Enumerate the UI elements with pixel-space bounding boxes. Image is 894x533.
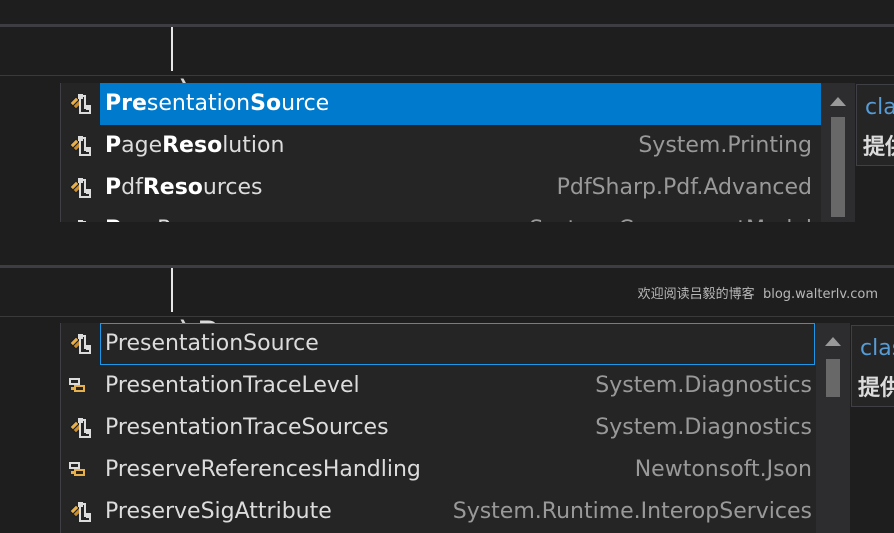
completion-item-namespace: System.Runtime.InteropServices <box>452 499 812 524</box>
completion-item-name: PresentationTraceLevel <box>105 373 360 398</box>
completion-item-namespace: System.ComponentModel <box>529 209 812 222</box>
quick-info-tooltip: class 提供 <box>856 84 894 166</box>
text-caret <box>171 27 173 71</box>
completion-item-namespace: System.Printing <box>638 133 812 158</box>
text-caret <box>171 268 173 312</box>
completion-list[interactable]: PresentationSource PresentationTraceLevel… <box>60 323 821 533</box>
top-editor-panel: ce)preso PresentationSource PageResolutio… <box>0 0 894 222</box>
tooltip-summary: 提供 <box>858 376 894 401</box>
tooltip-keyword: class <box>860 336 894 361</box>
completion-item-name: PreserveSigAttribute <box>105 499 332 524</box>
class-icon <box>67 332 93 356</box>
completion-item[interactable]: PresentationTraceLevel System.Diagnostics <box>61 365 821 407</box>
completion-scrollbar[interactable] <box>816 323 850 533</box>
completion-list[interactable]: PresentationSource PageResolution System.P… <box>60 83 821 222</box>
completion-item-name: PageResolution <box>105 133 285 158</box>
enum-icon <box>67 458 93 482</box>
completion-item[interactable]: PreserveReferencesHandling Newtonsoft.Jso… <box>61 449 821 491</box>
editor-line-border <box>0 75 894 76</box>
scroll-up-arrow-icon[interactable] <box>825 337 841 346</box>
blog-watermark: 欢迎阅读吕毅的博客 blog.walterlv.com <box>638 283 878 302</box>
completion-item[interactable]: PropResource System.ComponentModel <box>61 209 821 222</box>
scroll-thumb[interactable] <box>831 117 845 217</box>
tooltip-keyword: class <box>865 95 894 120</box>
editor-line-border <box>0 316 894 317</box>
watermark-text: 欢迎阅读吕毅的博客 <box>637 287 755 302</box>
scroll-thumb[interactable] <box>826 359 840 397</box>
completion-item-name: PresentationSource <box>105 91 330 116</box>
completion-item-namespace: System.Diagnostics <box>595 373 812 398</box>
completion-item-name: PreserveReferencesHandling <box>105 457 421 482</box>
class-icon <box>67 500 93 524</box>
completion-item[interactable]: PresentationTraceSources System.Diagnosti… <box>61 407 821 449</box>
code-line[interactable]: ce)preso <box>0 27 894 116</box>
watermark-url: blog.walterlv.com <box>762 287 878 302</box>
completion-item-name: PropResource <box>105 209 258 222</box>
completion-item-namespace: System.Diagnostics <box>595 415 812 440</box>
completion-item[interactable]: PreserveSigAttribute System.Runtime.Inter… <box>61 491 821 533</box>
scroll-up-arrow-icon[interactable] <box>830 97 846 106</box>
completion-item[interactable]: PresentationSource <box>61 323 821 365</box>
completion-item-namespace: PdfSharp.Pdf.Advanced <box>556 175 812 200</box>
completion-item[interactable]: PdfResources PdfSharp.Pdf.Advanced <box>61 167 821 209</box>
class-icon <box>67 134 93 158</box>
code-text[interactable]: ce)Preso <box>0 270 308 357</box>
code-text[interactable]: ce)preso <box>0 29 308 116</box>
class-icon <box>67 176 93 200</box>
class-icon <box>67 416 93 440</box>
completion-scrollbar[interactable] <box>821 83 855 222</box>
completion-item-name: PdfResources <box>105 175 263 200</box>
completion-item-name: PresentationTraceSources <box>105 415 389 440</box>
enum-icon <box>67 374 93 398</box>
bottom-editor-panel: ce)Preso PresentationSource PresentationT… <box>0 222 894 533</box>
completion-item[interactable]: PresentationSource <box>61 83 821 125</box>
class-icon <box>67 92 93 116</box>
tooltip-summary: 提供 <box>863 135 894 160</box>
completion-item-name: PresentationSource <box>105 331 319 356</box>
completion-item[interactable]: PageResolution System.Printing <box>61 125 821 167</box>
quick-info-tooltip: class 提供 <box>851 325 894 407</box>
completion-item-namespace: Newtonsoft.Json <box>634 457 812 482</box>
